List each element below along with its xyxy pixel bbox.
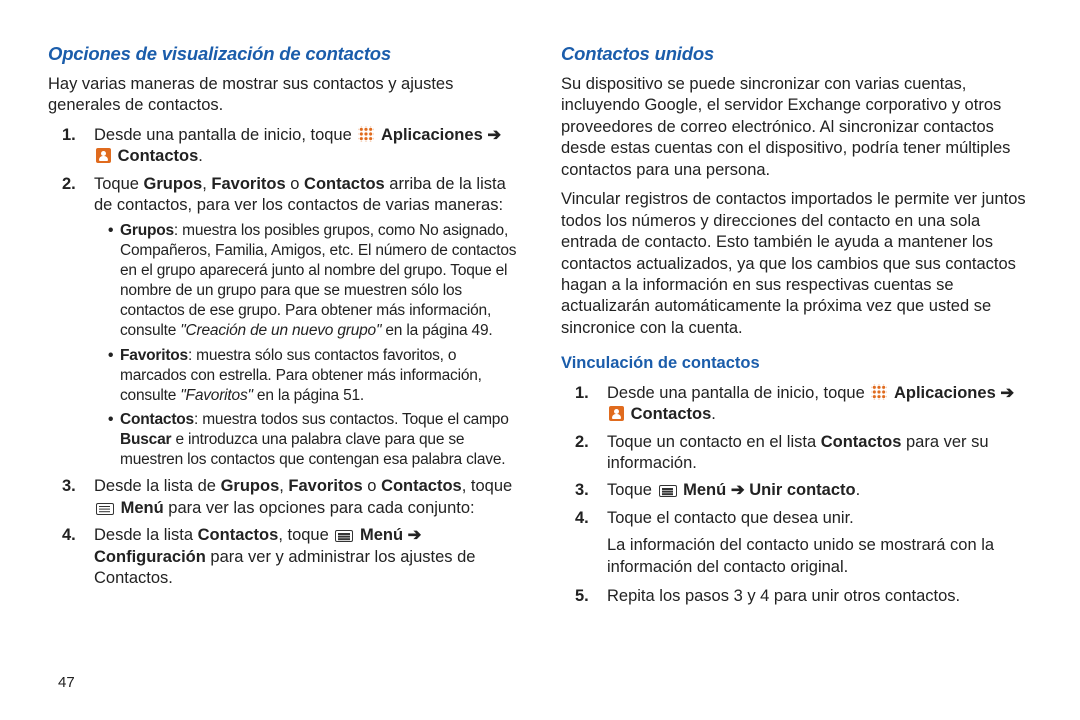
- favorites-bold: Favoritos: [211, 175, 285, 193]
- apps-label: Aplicaciones: [381, 126, 487, 144]
- step-num: 1.: [575, 383, 589, 404]
- contacts-bold: Contactos: [198, 526, 279, 544]
- period: .: [198, 147, 203, 165]
- step-1-right: 1. Desde una pantalla de inicio, toque A…: [589, 383, 1032, 426]
- left-column: Opciones de visualización de contactos H…: [48, 42, 519, 696]
- text: Toque el contacto que desea unir.: [607, 509, 854, 527]
- menu-label: Menú: [683, 481, 731, 499]
- step-3-right: 3. Toque Menú ➔ Unir contacto.: [589, 480, 1032, 501]
- step-num: 3.: [62, 476, 76, 497]
- menu-icon: [96, 503, 114, 515]
- manual-page: Opciones de visualización de contactos H…: [0, 0, 1080, 720]
- bullet-favorites: Favoritos: muestra sólo sus contactos fa…: [108, 346, 519, 406]
- step-num: 5.: [575, 586, 589, 607]
- menu-icon: [335, 530, 353, 542]
- contacts-label: Contactos: [118, 147, 199, 165]
- contacts-bold: Contactos: [304, 175, 385, 193]
- text: para ver las opciones para cada conjunto…: [164, 499, 475, 517]
- text: Desde una pantalla de inicio, toque: [94, 126, 356, 144]
- contacts-label: Contactos: [631, 405, 712, 423]
- menu-label: Menú: [121, 499, 164, 517]
- bullet-lead: Grupos: [120, 222, 174, 239]
- groups-bold: Grupos: [221, 477, 280, 495]
- arrow-icon: ➔: [731, 481, 745, 499]
- subheading-linking: Vinculación de contactos: [561, 353, 1032, 374]
- cross-ref: "Creación de un nuevo grupo": [180, 322, 381, 339]
- paragraph-2: Vincular registros de contactos importad…: [561, 189, 1032, 339]
- bullet-lead: Favoritos: [120, 347, 188, 364]
- menu-label: Menú: [360, 526, 408, 544]
- heading-display-options: Opciones de visualización de contactos: [48, 42, 519, 66]
- text: : muestra todos sus contactos. Toque el …: [194, 411, 509, 428]
- step-num: 3.: [575, 480, 589, 501]
- text: Toque: [94, 175, 144, 193]
- bullet-lead: Contactos: [120, 411, 194, 428]
- text: , toque: [278, 526, 333, 544]
- text: Desde la lista: [94, 526, 198, 544]
- text: , toque: [462, 477, 512, 495]
- text: o: [363, 477, 381, 495]
- step-3-left: 3. Desde la lista de Grupos, Favoritos o…: [76, 476, 519, 519]
- cross-ref: "Favoritos": [180, 387, 253, 404]
- text: o: [286, 175, 304, 193]
- paragraph-1: Su dispositivo se puede sincronizar con …: [561, 74, 1032, 181]
- search-bold: Buscar: [120, 431, 171, 448]
- contacts-app-icon: [609, 406, 624, 421]
- heading-joined-contacts: Contactos unidos: [561, 42, 1032, 66]
- intro-paragraph: Hay varias maneras de mostrar sus contac…: [48, 74, 519, 117]
- step-4-extra: La información del contacto unido se mos…: [607, 535, 1032, 578]
- arrow-icon: ➔: [1000, 384, 1014, 402]
- steps-list-left: 1. Desde una pantalla de inicio, toque A…: [48, 125, 519, 590]
- contacts-bold: Contactos: [381, 477, 462, 495]
- step-1-left: 1. Desde una pantalla de inicio, toque A…: [76, 125, 519, 168]
- text: e introduzca una palabra clave para que …: [120, 431, 505, 468]
- page-number: 47: [58, 673, 75, 693]
- config-label: Configuración: [94, 548, 206, 566]
- contacts-bold: Contactos: [821, 433, 902, 451]
- right-column: Contactos unidos Su dispositivo se puede…: [561, 42, 1032, 696]
- favorites-bold: Favoritos: [288, 477, 362, 495]
- text: Desde una pantalla de inicio, toque: [607, 384, 869, 402]
- text: Toque: [607, 481, 657, 499]
- apps-grid-icon: [358, 126, 374, 142]
- contacts-app-icon: [96, 148, 111, 163]
- arrow-icon: ➔: [487, 126, 501, 144]
- bullet-groups: Grupos: muestra los posibles grupos, com…: [108, 221, 519, 342]
- text: en la página 51.: [253, 387, 364, 404]
- step-5-right: 5. Repita los pasos 3 y 4 para unir otro…: [589, 586, 1032, 607]
- step-num: 2.: [62, 174, 76, 195]
- step-2-right: 2. Toque un contacto en el lista Contact…: [589, 432, 1032, 475]
- text: Repita los pasos 3 y 4 para unir otros c…: [607, 587, 960, 605]
- period: .: [711, 405, 716, 423]
- step-4-left: 4. Desde la lista Contactos, toque Menú …: [76, 525, 519, 589]
- bullets-list: Grupos: muestra los posibles grupos, com…: [94, 221, 519, 471]
- groups-bold: Grupos: [144, 175, 203, 193]
- text: Desde la lista de: [94, 477, 221, 495]
- apps-label: Aplicaciones: [894, 384, 1000, 402]
- text: en la página 49.: [381, 322, 492, 339]
- steps-list-right: 1. Desde una pantalla de inicio, toque A…: [561, 383, 1032, 608]
- join-contact-label: Unir contacto: [749, 481, 855, 499]
- apps-grid-icon: [871, 384, 887, 400]
- bullet-contacts: Contactos: muestra todos sus contactos. …: [108, 410, 519, 470]
- step-2-left: 2. Toque Grupos, Favoritos o Contactos a…: [76, 174, 519, 471]
- period: .: [856, 481, 861, 499]
- arrow-icon: ➔: [408, 526, 422, 544]
- step-num: 4.: [62, 525, 76, 546]
- step-num: 2.: [575, 432, 589, 453]
- text: ,: [202, 175, 211, 193]
- text: Toque un contacto en el lista: [607, 433, 821, 451]
- menu-icon: [659, 485, 677, 497]
- step-num: 4.: [575, 508, 589, 529]
- step-4-right: 4. Toque el contacto que desea unir. La …: [589, 508, 1032, 578]
- step-num: 1.: [62, 125, 76, 146]
